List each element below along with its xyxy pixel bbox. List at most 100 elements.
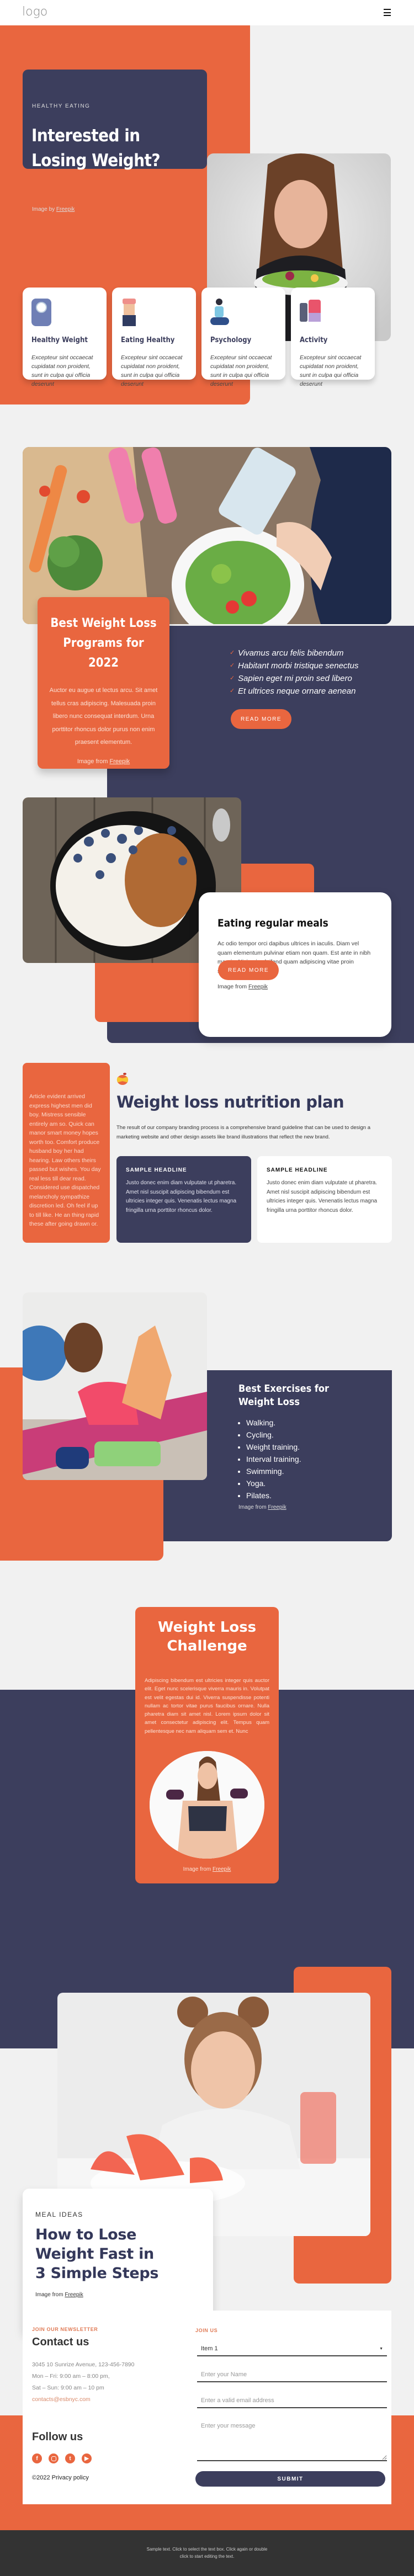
meals-title: Eating regular meals — [217, 917, 328, 929]
nutrition-title: Weight loss nutrition plan — [116, 1093, 344, 1111]
checklist-item: Vivamus arcu felis bibendum — [230, 647, 395, 659]
submit-button[interactable]: SUBMIT — [195, 2471, 385, 2487]
feature-text: Excepteur sint occaecat cupidatat non pr… — [121, 354, 183, 387]
copyright[interactable]: ©2022 Privacy policy — [32, 2474, 89, 2481]
nutrition-side-text: Article evident arrived express highest … — [29, 1093, 101, 1227]
feature-title: Eating Healthy — [121, 336, 175, 344]
hamburger-menu-icon[interactable] — [384, 9, 391, 16]
contact-address: 3045 10 Sunrize Avenue, 123-456-7890 — [32, 2361, 135, 2368]
contact-eyebrow: JOIN OUR NEWSLETTER — [32, 2327, 98, 2332]
feature-text: Excepteur sint occaecat cupidatat non pr… — [31, 354, 93, 387]
twitter-icon[interactable]: t — [65, 2453, 75, 2463]
card-text: Justo donec enim diam vulputate ut phare… — [267, 1180, 378, 1214]
hero-eyebrow: HEALTHY EATING — [32, 103, 91, 109]
woman-with-dumbbells-image — [150, 1751, 264, 1859]
challenge-credit: Image from Freepik — [183, 1866, 231, 1873]
freepik-link[interactable]: Freepik — [110, 758, 130, 765]
steps-title: How to Lose Weight Fast in 3 Simple Step… — [35, 2226, 159, 2282]
programs-checklist: Vivamus arcu felis bibendum Habitant mor… — [230, 647, 395, 698]
exercise-item: Cycling. — [246, 1429, 301, 1441]
footer-text-line2: click to start editing the text. — [179, 2554, 235, 2559]
hero-title-line1: Interested in — [31, 126, 140, 146]
form-eyebrow: JOIN US — [195, 2328, 218, 2333]
message-textarea[interactable] — [197, 2420, 387, 2461]
scale-icon — [31, 299, 51, 326]
freepik-link[interactable]: Freepik — [213, 1866, 231, 1872]
freepik-link[interactable]: Freepik — [65, 2292, 83, 2298]
follow-title: Follow us — [32, 2431, 83, 2443]
exercise-item: Pilates. — [246, 1489, 301, 1502]
hero-title-line2: Losing Weight? — [31, 151, 161, 171]
challenge-photo — [150, 1751, 264, 1859]
feature-card-eating-healthy[interactable]: Eating Healthy Excepteur sint occaecat c… — [112, 288, 196, 387]
feature-title: Psychology — [210, 336, 252, 344]
card-text: Justo donec enim diam vulputate ut phare… — [126, 1180, 237, 1214]
exercises-credit: Image from Freepik — [238, 1504, 286, 1510]
exercise-item: Yoga. — [246, 1477, 301, 1489]
card-headline: SAMPLE HEADLINE — [126, 1167, 187, 1173]
feature-card-healthy-weight[interactable]: Healthy Weight Excepteur sint occaecat c… — [23, 288, 107, 387]
feature-title: Healthy Weight — [31, 336, 88, 344]
card-headline: SAMPLE HEADLINE — [267, 1167, 328, 1173]
youtube-icon[interactable]: ▶ — [82, 2453, 92, 2463]
feature-cards: Healthy Weight Excepteur sint occaecat c… — [23, 288, 375, 387]
contact-hours-weekend: Sat – Sun: 9:00 am – 10 pm — [32, 2385, 104, 2391]
dumbbell-icon — [300, 299, 322, 326]
exercise-item: Walking. — [246, 1417, 301, 1429]
checklist-item: Et ultrices neque ornare aenean — [230, 685, 395, 698]
contact-email-link[interactable]: contacts@esbnyc.com — [32, 2394, 134, 2405]
nutrition-card-2: SAMPLE HEADLINE Justo donec enim diam vu… — [257, 1156, 392, 1243]
footer-text-line1: Sample text. Click to select the text bo… — [146, 2547, 268, 2552]
programs-card: Best Weight Loss Programs for 2022 Aucto… — [38, 597, 169, 769]
email-input[interactable] — [197, 2393, 387, 2408]
freepik-link[interactable]: Freepik — [56, 206, 75, 212]
contact-hours-weekday: Mon – Fri: 9:00 am – 8:00 pm, — [32, 2373, 110, 2380]
feature-card-psychology[interactable]: Psychology Excepteur sint occaecat cupid… — [201, 288, 285, 387]
meals-read-more-button[interactable]: READ MORE — [218, 960, 279, 980]
feature-text: Excepteur sint occaecat cupidatat non pr… — [300, 354, 362, 387]
checklist-item: Sapien eget mi proin sed libero — [230, 672, 395, 685]
exercises-list: Walking. Cycling. Weight training. Inter… — [237, 1417, 301, 1502]
steps-credit: Image from Freepik — [35, 2292, 83, 2298]
waist-icon — [121, 299, 137, 326]
programs-credit: Image from Freepik — [77, 758, 130, 765]
nutrition-card-1: SAMPLE HEADLINE Justo donec enim diam vu… — [116, 1156, 251, 1243]
programs-body: Auctor eu augue ut lectus arcu. Sit amet… — [49, 687, 158, 746]
exercise-item: Interval training. — [246, 1453, 301, 1465]
nutrition-side-card: Article evident arrived express highest … — [23, 1063, 110, 1243]
freepik-link[interactable]: Freepik — [248, 983, 268, 990]
item-select[interactable]: Item 1 ▼ — [197, 2342, 387, 2356]
exercise-item: Weight training. — [246, 1441, 301, 1453]
programs-title: Best Weight Loss Programs for 2022 — [50, 616, 157, 670]
challenge-card: Weight Loss Challenge Adipiscing bibendu… — [135, 1607, 279, 1883]
challenge-title: Weight Loss Challenge — [157, 1619, 257, 1654]
facebook-icon[interactable]: f — [32, 2453, 42, 2463]
exercises-title: Best Exercises for Weight Loss — [238, 1383, 330, 1408]
apple-tape-icon — [116, 1073, 129, 1085]
meals-credit: Image from Freepik — [217, 983, 268, 990]
yoga-icon — [210, 299, 229, 326]
hero-credit: Image by Freepik — [32, 206, 75, 212]
feature-text: Excepteur sint occaecat cupidatat non pr… — [210, 354, 272, 387]
woman-doing-crunches-image — [23, 1292, 207, 1480]
nutrition-intro: The result of our company branding proce… — [116, 1125, 370, 1140]
checklist-item: Habitant morbi tristique senectus — [230, 659, 395, 672]
exercises-photo — [23, 1292, 207, 1480]
logo[interactable]: logo — [22, 5, 47, 19]
hero-title: Interested in Losing Weight? — [31, 124, 161, 173]
footer: Sample text. Click to select the text bo… — [0, 2530, 414, 2576]
steps-eyebrow: MEAL IDEAS — [35, 2211, 83, 2218]
challenge-body: Adipiscing bibendum est ultricies intege… — [145, 1678, 269, 1734]
exercise-item: Swimming. — [246, 1465, 301, 1477]
programs-read-more-button[interactable]: READ MORE — [231, 709, 291, 729]
header — [0, 0, 414, 25]
freepik-link[interactable]: Freepik — [268, 1504, 286, 1510]
contact-title: Contact us — [32, 2336, 89, 2348]
social-icons: f t ▶ — [32, 2453, 92, 2463]
feature-card-activity[interactable]: Activity Excepteur sint occaecat cupidat… — [291, 288, 375, 387]
dropdown-caret-icon: ▼ — [379, 2346, 383, 2351]
name-input[interactable] — [197, 2367, 387, 2382]
contact-info: 3045 10 Sunrize Avenue, 123-456-7890 Mon… — [32, 2359, 134, 2405]
instagram-icon[interactable] — [49, 2453, 59, 2463]
feature-title: Activity — [300, 336, 328, 344]
